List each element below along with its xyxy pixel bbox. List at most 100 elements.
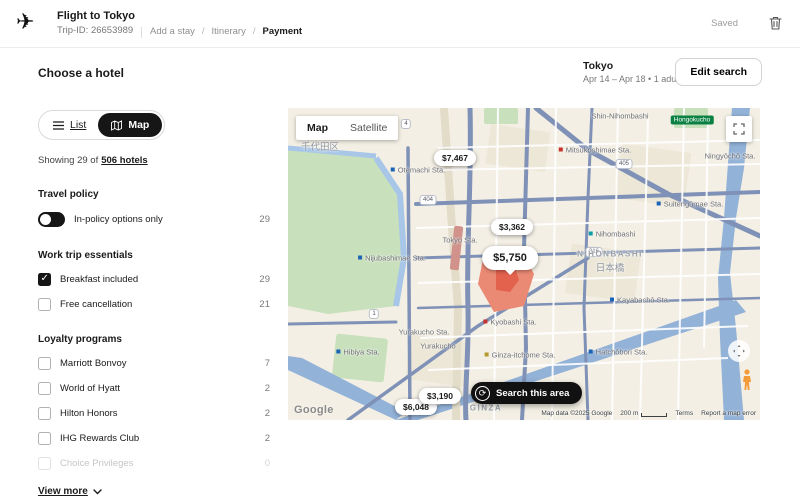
map-label-hongokucho: Hongokucho	[671, 116, 714, 125]
pan-control[interactable]	[728, 340, 750, 362]
map-label-nihonbashi-area: NIHONBASHI	[577, 250, 643, 259]
map-label-chiyoda-jp: 千代田区	[301, 139, 339, 153]
view-more-label: View more	[38, 486, 88, 497]
loyalty-programs-title: Loyalty programs	[38, 334, 270, 345]
list-view-label: List	[70, 119, 86, 131]
map-label-otemachi: Otemachi Sta.	[391, 166, 446, 175]
map-data-credit: Map data ©2025 Google	[541, 410, 612, 417]
hyatt-checkbox[interactable]	[38, 382, 51, 395]
results-count-prefix: Showing 29 of	[38, 155, 98, 166]
map-type-map-button[interactable]: Map	[296, 116, 339, 140]
map-type-satellite-button[interactable]: Satellite	[339, 116, 398, 140]
filter-row-hilton: Hilton Honors 2	[38, 407, 270, 420]
choice-checkbox[interactable]	[38, 457, 51, 470]
search-this-area-button[interactable]: ⟳ Search this area	[471, 382, 582, 404]
map-label-ginza-itchome: Ginza-itchome Sta.	[485, 351, 556, 360]
hotel-price-marker[interactable]: $3,190	[419, 388, 461, 404]
map-label-hatchobori: Hatchōbori Sta.	[589, 348, 648, 357]
terms-link[interactable]: Terms	[675, 410, 693, 417]
header-divider	[141, 27, 142, 38]
breakfast-label: Breakfast included	[60, 274, 259, 285]
map-label-kayabacho: Kayabachō Sta.	[610, 296, 670, 305]
saved-status: Saved	[711, 18, 738, 29]
map-label-yurakucho-sta: Yurakucho Sta.	[399, 328, 450, 337]
route-shield: 1	[369, 309, 379, 319]
report-map-error-link[interactable]: Report a map error	[701, 410, 756, 417]
map-canvas[interactable]: 4 404 405 316 1 Chiyoda City 千代田区 Otemac…	[288, 108, 760, 420]
in-policy-count: 29	[259, 214, 270, 225]
edit-search-button[interactable]: Edit search	[675, 58, 762, 86]
hotel-price-marker[interactable]: $3,362	[491, 219, 533, 235]
free-cancellation-checkbox[interactable]	[38, 298, 51, 311]
results-count-link[interactable]: 506 hotels	[101, 155, 147, 166]
route-shield: 405	[615, 159, 632, 169]
map-label-ningyocho: Ningyōchō Sta.	[705, 152, 756, 161]
map-scale-bar	[641, 413, 667, 417]
in-policy-toggle[interactable]	[38, 212, 65, 227]
filter-row-breakfast: Breakfast included 29	[38, 273, 270, 286]
map-icon	[111, 120, 122, 131]
trash-icon[interactable]	[768, 15, 784, 31]
fullscreen-icon	[733, 123, 745, 135]
map-attribution: Map data ©2025 Google 200 m Terms Report…	[541, 410, 756, 417]
pan-arrows-icon	[733, 345, 745, 357]
hotel-price-marker-selected[interactable]: $5,750	[482, 246, 538, 270]
ihg-count: 2	[265, 433, 270, 444]
search-this-area-label: Search this area	[496, 388, 569, 399]
travel-policy-title: Travel policy	[38, 189, 270, 200]
route-shield: 4	[401, 119, 411, 129]
map-label-nihombashi-sta: Nihombashi	[589, 230, 636, 239]
marriott-checkbox[interactable]	[38, 357, 51, 370]
marriott-label: Marriott Bonvoy	[60, 358, 265, 369]
search-destination: Tokyo	[583, 60, 613, 72]
map-label-kyobashi: Kyobashi Sta.	[483, 318, 536, 327]
chevron-down-icon	[93, 489, 102, 495]
ihg-label: IHG Rewards Club	[60, 433, 265, 444]
breakfast-checkbox[interactable]	[38, 273, 51, 286]
hyatt-label: World of Hyatt	[60, 383, 265, 394]
fullscreen-button[interactable]	[726, 116, 752, 142]
choice-count: 0	[265, 458, 270, 469]
brand-plane-icon: ✈	[16, 9, 34, 35]
work-essentials-title: Work trip essentials	[38, 250, 270, 261]
list-view-button[interactable]: List	[41, 114, 98, 136]
google-logo: Google	[294, 404, 334, 416]
free-cancellation-count: 21	[259, 299, 270, 310]
map-label-ginza: GINZA	[470, 404, 502, 413]
filter-row-choice: Choice Privileges 0	[38, 457, 270, 470]
ihg-checkbox[interactable]	[38, 432, 51, 445]
in-policy-label: In-policy options only	[74, 214, 259, 225]
top-bar: ✈ Flight to Tokyo Trip-ID: 26653989 Add …	[0, 0, 800, 48]
results-count: Showing 29 of506 hotels	[38, 155, 270, 166]
list-icon	[53, 121, 64, 130]
breadcrumb: Add a stay Itinerary Payment	[150, 26, 302, 37]
view-toggle: List Map	[38, 110, 165, 140]
map-label-nijubashimae: Nijubashimae Sta.	[358, 254, 426, 263]
filter-row-marriott: Marriott Bonvoy 7	[38, 357, 270, 370]
in-policy-filter-row: In-policy options only 29	[38, 212, 270, 227]
map-label-shin-nihombashi: Shin-Nihombashi	[591, 112, 648, 121]
pegman-icon[interactable]	[741, 369, 753, 396]
filters-sidebar: List Map Showing 29 of506 hotels Travel …	[38, 110, 270, 497]
filter-row-ihg: IHG Rewards Club 2	[38, 432, 270, 445]
map-label-mitsukoshimae: Mitsukoshimae Sta.	[559, 146, 631, 155]
breakfast-count: 29	[259, 274, 270, 285]
filter-row-free-cancellation: Free cancellation 21	[38, 298, 270, 311]
breadcrumb-itinerary[interactable]: Itinerary	[212, 26, 263, 37]
filter-row-hyatt: World of Hyatt 2	[38, 382, 270, 395]
map-scale-label: 200 m	[620, 410, 638, 417]
map-label-tokyo-sta: Tokyo Sta.	[442, 236, 477, 245]
map-label-yurakucho: Yurakucho	[420, 342, 455, 351]
hotel-price-marker[interactable]: $7,467	[434, 150, 476, 166]
hilton-count: 2	[265, 408, 270, 419]
hilton-checkbox[interactable]	[38, 407, 51, 420]
free-cancellation-label: Free cancellation	[60, 299, 259, 310]
search-date-summary: Apr 14 – Apr 18 • 1 adult	[583, 74, 681, 84]
map-scale: 200 m	[620, 410, 667, 417]
breadcrumb-add-a-stay[interactable]: Add a stay	[150, 26, 212, 37]
hyatt-count: 2	[265, 383, 270, 394]
breadcrumb-payment[interactable]: Payment	[263, 26, 303, 37]
map-view-button[interactable]: Map	[98, 113, 162, 137]
view-more-link[interactable]: View more	[38, 486, 270, 497]
choice-label: Choice Privileges	[60, 458, 265, 469]
